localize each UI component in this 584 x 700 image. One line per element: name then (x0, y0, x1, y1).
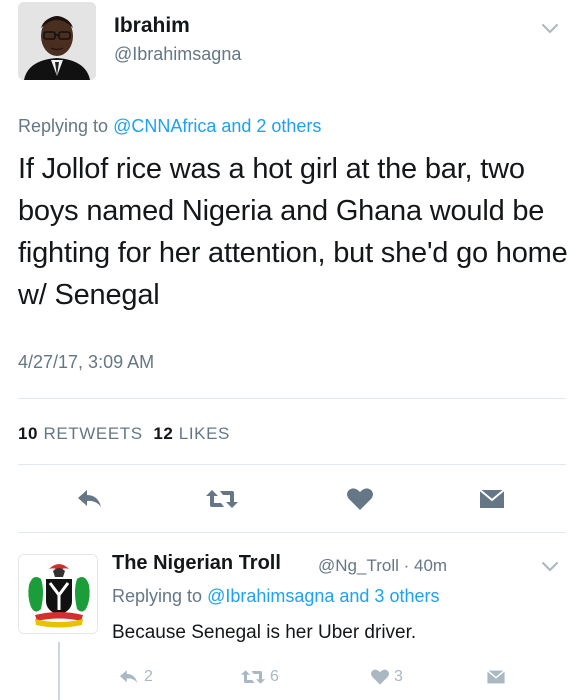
avatar[interactable] (18, 2, 96, 80)
direct-message-button[interactable] (474, 484, 510, 514)
replying-to-link[interactable]: @CNNAfrica and 2 others (113, 116, 321, 136)
retweet-count: 6 (270, 668, 279, 685)
reply-message-button[interactable] (486, 665, 506, 689)
reply-meta: @Ng_Troll · 40m (318, 556, 447, 576)
chevron-down-icon[interactable] (540, 22, 560, 36)
display-name[interactable]: Ibrahim (114, 14, 190, 38)
message-icon (479, 489, 505, 508)
meta-separator: · (403, 556, 410, 575)
reply-handle[interactable]: @Ng_Troll (318, 556, 399, 575)
reply-like-button[interactable]: 3 (370, 665, 403, 689)
likes-label: LIKES (178, 424, 230, 443)
reply-display-name[interactable]: The Nigerian Troll (112, 552, 281, 575)
replying-to-line: Replying to @CNNAfrica and 2 others (18, 116, 321, 137)
retweets-label: RETWEETS (43, 424, 143, 443)
divider (18, 398, 566, 399)
reply-time[interactable]: 40m (414, 556, 447, 575)
retweets-stat[interactable]: 10 RETWEETS (18, 424, 143, 443)
message-icon (486, 670, 506, 684)
retweet-icon (241, 670, 265, 684)
like-button[interactable] (342, 484, 378, 514)
retweets-count: 10 (18, 424, 39, 443)
likes-stat[interactable]: 12 LIKES (153, 424, 230, 443)
replying-to-prefix: Replying to (18, 116, 114, 136)
reply-icon (120, 670, 138, 683)
retweet-button[interactable] (204, 484, 240, 514)
reply-avatar[interactable] (18, 554, 98, 634)
heart-icon (347, 488, 373, 510)
tweet-stats: 10 RETWEETS 12 LIKES (18, 424, 230, 444)
heart-icon (371, 669, 389, 685)
likes-count: 12 (153, 424, 174, 443)
reply-replying-to-line: Replying to @Ibrahimsagna and 3 others (112, 586, 439, 607)
username-handle[interactable]: @Ibrahimsagna (114, 44, 241, 65)
divider (18, 532, 566, 533)
replying-to-link[interactable]: @Ibrahimsagna and 3 others (207, 586, 439, 606)
profile-photo (18, 2, 96, 80)
like-count: 3 (394, 668, 403, 685)
tweet-timestamp[interactable]: 4/27/17, 3:09 AM (18, 352, 154, 373)
divider (18, 464, 566, 465)
reply-button[interactable] (72, 484, 108, 514)
thread-line (58, 642, 60, 700)
reply-icon (78, 490, 101, 507)
coat-of-arms-logo (19, 555, 97, 633)
retweet-icon (206, 490, 238, 508)
reply-count: 2 (144, 668, 153, 685)
tweet-text: If Jollof rice was a hot girl at the bar… (18, 153, 568, 311)
chevron-down-icon[interactable] (540, 560, 560, 574)
reply-reply-button[interactable]: 2 (118, 665, 153, 689)
reply-retweet-button[interactable]: 6 (240, 665, 279, 689)
reply-text: Because Senegal is her Uber driver. (112, 622, 417, 643)
replying-to-prefix: Replying to (112, 586, 208, 606)
